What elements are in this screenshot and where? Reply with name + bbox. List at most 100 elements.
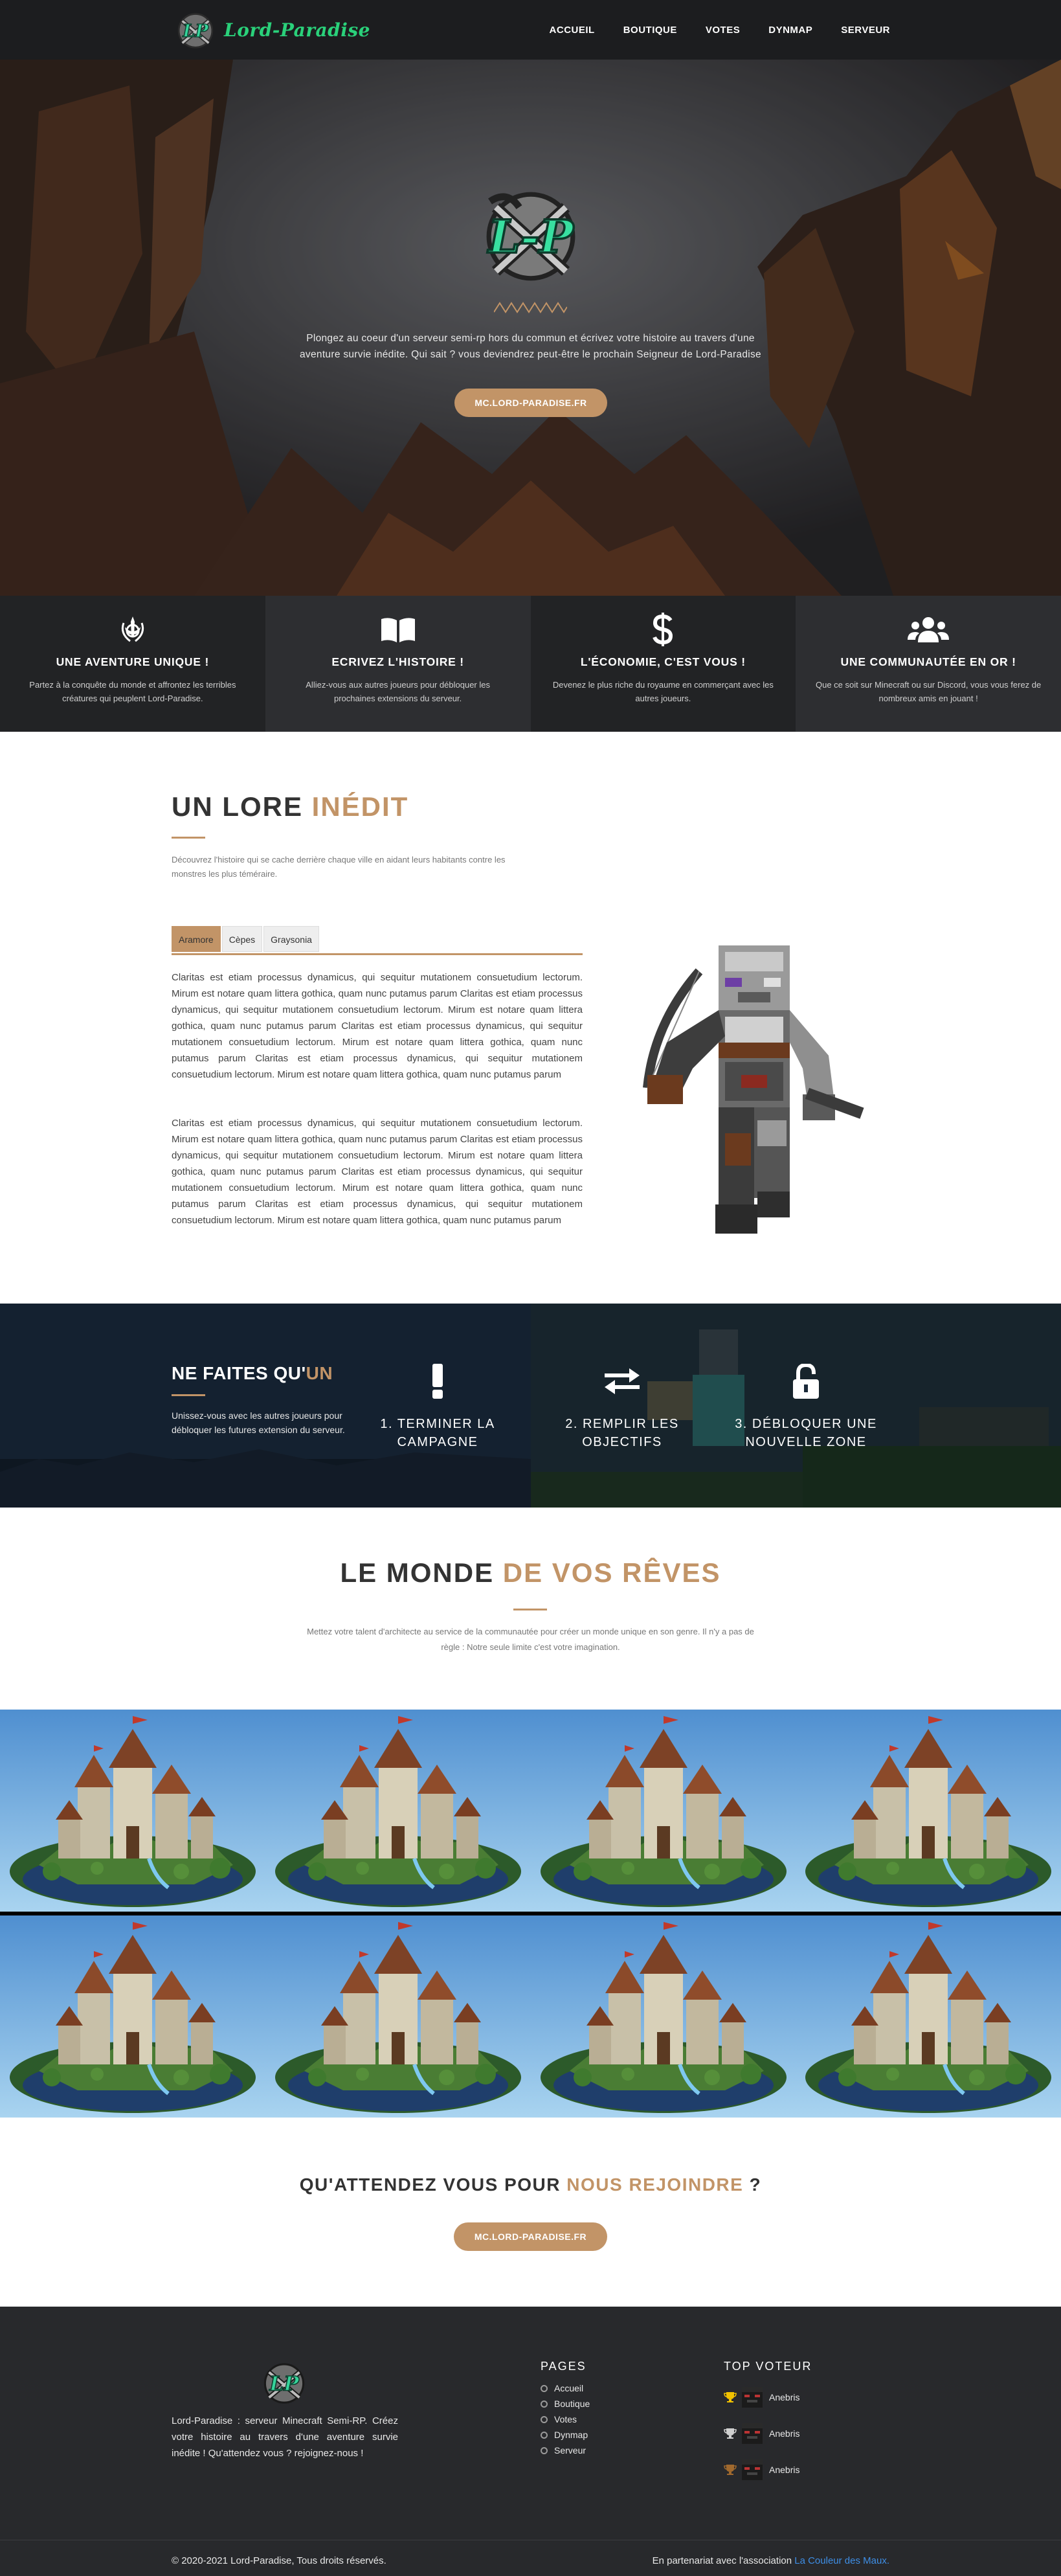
bronze-trophy-icon bbox=[724, 2465, 737, 2475]
circle-bullet-icon bbox=[541, 2400, 548, 2408]
open-book-icon bbox=[381, 618, 415, 642]
feature-community: UNE COMMUNAUTÉE EN OR ! Que ce soit sur … bbox=[796, 596, 1061, 732]
lore-title: UN LORE INÉDIT bbox=[172, 791, 409, 822]
step-debloquer-zone: 3. DÉBLOQUER UNE NOUVELLE ZONE bbox=[722, 1362, 890, 1451]
hero-logo-icon: L-P bbox=[486, 192, 576, 281]
hero-tagline: Plongez au coeur d'un serveur semi-rp ho… bbox=[300, 333, 761, 360]
gallery-image-castle-3[interactable] bbox=[530, 1710, 796, 1912]
footer-logo-icon: LP bbox=[263, 2363, 305, 2404]
world-desc: Mettez votre talent d'architecte au serv… bbox=[307, 1627, 754, 1652]
castle-island-image bbox=[265, 1915, 531, 2118]
hero-server-address-button[interactable]: MC.LORD-PARADISE.FR bbox=[454, 389, 607, 417]
feature-title: L'ÉCONOMIE, C'EST VOUS ! bbox=[580, 655, 746, 668]
exchange-icon bbox=[605, 1368, 640, 1394]
silver-trophy-icon bbox=[724, 2428, 737, 2439]
build-gallery bbox=[0, 1710, 1061, 2118]
lore-paragraph-1: Claritas est etiam processus dynamicus, … bbox=[172, 972, 583, 1080]
castle-island-image bbox=[530, 1710, 796, 1912]
nav-item-accueil[interactable]: ACCUEIL bbox=[550, 25, 595, 36]
exclamation-icon bbox=[432, 1364, 443, 1399]
castle-island-image bbox=[796, 1915, 1061, 2118]
castle-island-image bbox=[796, 1710, 1061, 1912]
join-title-accent: NOUS REJOINDRE bbox=[566, 2175, 744, 2195]
hero-logo-text: L-P bbox=[487, 210, 574, 264]
footer-voters-title: TOP VOTEUR bbox=[724, 2360, 812, 2373]
footer-link-dynmap[interactable]: Dynmap bbox=[541, 2427, 590, 2443]
feature-history: ECRIVEZ L'HISTOIRE ! Alliez-vous aux aut… bbox=[265, 596, 531, 732]
nav-item-dynmap[interactable]: DYNMAP bbox=[768, 25, 812, 36]
gold-trophy-icon bbox=[724, 2392, 737, 2402]
feature-economy: L'ÉCONOMIE, C'EST VOUS ! Devenez le plus… bbox=[530, 596, 796, 732]
objectives-section: NE FAITES QU'UN Unissez-vous avec les au… bbox=[0, 1304, 1061, 1508]
brand-logo-icon: LP bbox=[177, 13, 214, 49]
lore-title-underline bbox=[172, 837, 205, 839]
footer-link-accueil[interactable]: Accueil bbox=[541, 2380, 590, 2396]
gallery-image-castle-2[interactable] bbox=[265, 1710, 531, 1912]
circle-bullet-icon bbox=[541, 2446, 548, 2454]
feature-title: UNE AVENTURE UNIQUE ! bbox=[56, 655, 210, 668]
svg-text:LP: LP bbox=[269, 2372, 300, 2395]
top-voter-2: Anebris bbox=[724, 2423, 799, 2444]
step-remplir-objectifs: 2. REMPLIR LES OBJECTIFS bbox=[538, 1362, 706, 1451]
brand-name: Lord-Paradise bbox=[224, 19, 370, 41]
objectives-desc: Unissez-vous avec les autres joueurs pou… bbox=[172, 1410, 345, 1435]
nav-item-serveur[interactable]: SERVEUR bbox=[841, 25, 890, 36]
top-voter-1: Anebris bbox=[724, 2387, 799, 2408]
tab-aramore[interactable]: Aramore bbox=[172, 926, 221, 952]
gallery-image-castle-8[interactable] bbox=[796, 1915, 1061, 2118]
lore-tabs: Aramore Cèpes Graysonia bbox=[172, 926, 320, 952]
nav-item-boutique[interactable]: BOUTIQUE bbox=[623, 25, 677, 36]
circle-bullet-icon bbox=[541, 2431, 548, 2439]
voter-name: Anebris bbox=[769, 2465, 800, 2475]
footer-pages-title: PAGES bbox=[541, 2360, 586, 2373]
top-voter-3: Anebris bbox=[724, 2459, 799, 2480]
step-label: 1. TERMINER LA CAMPAGNE bbox=[380, 1417, 495, 1449]
gallery-image-castle-7[interactable] bbox=[530, 1915, 796, 2118]
player-head-avatar bbox=[742, 2387, 763, 2408]
castle-island-image bbox=[0, 1915, 265, 2118]
gallery-image-castle-1[interactable] bbox=[0, 1710, 265, 1912]
copyright-text: © 2020-2021 Lord-Paradise, Tous droits r… bbox=[172, 2555, 386, 2566]
player-head-avatar bbox=[742, 2459, 763, 2480]
feature-desc: Partez à la conquête du monde et affront… bbox=[29, 680, 236, 703]
lore-subtitle: Découvrez l'histoire qui se cache derriè… bbox=[172, 855, 506, 879]
voter-name: Anebris bbox=[769, 2428, 800, 2439]
player-head-avatar bbox=[742, 2423, 763, 2444]
lore-paragraph-2: Claritas est etiam processus dynamicus, … bbox=[172, 1118, 583, 1226]
unlock-icon bbox=[793, 1364, 819, 1399]
step-terminer-campagne: 1. TERMINER LA CAMPAGNE bbox=[353, 1362, 522, 1451]
lore-title-accent: INÉDIT bbox=[311, 791, 409, 822]
circle-bullet-icon bbox=[541, 2415, 548, 2423]
world-title-accent: DE VOS RÊVES bbox=[502, 1557, 721, 1588]
circle-bullet-icon bbox=[541, 2384, 548, 2392]
objectives-title-underline bbox=[172, 1394, 205, 1396]
gallery-image-castle-4[interactable] bbox=[796, 1710, 1061, 1912]
castle-island-image bbox=[265, 1710, 531, 1912]
step-label: 3. DÉBLOQUER UNE NOUVELLE ZONE bbox=[735, 1417, 877, 1449]
users-icon bbox=[908, 617, 950, 642]
hero-section: L-P Plongez au coeur d'un serveur semi-r… bbox=[0, 60, 1061, 596]
gallery-image-castle-5[interactable] bbox=[0, 1915, 265, 2118]
site-footer: LP Lord-Paradise : serveur Minecraft Sem… bbox=[0, 2307, 1061, 2576]
objectives-title: NE FAITES QU'UN bbox=[172, 1363, 333, 1383]
brand-link[interactable]: LP Lord-Paradise bbox=[173, 8, 370, 52]
join-server-address-button[interactable]: MC.LORD-PARADISE.FR bbox=[454, 2222, 607, 2251]
partner-link[interactable]: La Couleur des Maux. bbox=[794, 2555, 889, 2566]
footer-link-votes[interactable]: Votes bbox=[541, 2412, 590, 2427]
feature-desc: Devenez le plus riche du royaume en comm… bbox=[552, 680, 774, 703]
step-label: 2. REMPLIR LES OBJECTIFS bbox=[565, 1417, 679, 1449]
castle-island-image bbox=[0, 1710, 265, 1912]
nav-item-votes[interactable]: VOTES bbox=[706, 25, 740, 36]
objectives-title-accent: UN bbox=[306, 1363, 333, 1383]
footer-link-serveur[interactable]: Serveur bbox=[541, 2443, 590, 2458]
footer-link-boutique[interactable]: Boutique bbox=[541, 2396, 590, 2412]
features-strip: UNE AVENTURE UNIQUE ! Partez à la conquê… bbox=[0, 596, 1061, 732]
gallery-image-castle-6[interactable] bbox=[265, 1915, 531, 2118]
tabs-underline bbox=[172, 953, 583, 955]
tab-graysonia[interactable]: Graysonia bbox=[263, 926, 319, 952]
zigzag-divider bbox=[494, 302, 567, 313]
partner-text: En partenariat avec l'association La Cou… bbox=[652, 2555, 889, 2566]
feature-title: UNE COMMUNAUTÉE EN OR ! bbox=[840, 655, 1016, 668]
tab-cepes[interactable]: Cèpes bbox=[221, 926, 263, 952]
footer-pages-list: Accueil Boutique Votes Dynmap Serveur bbox=[541, 2380, 590, 2458]
